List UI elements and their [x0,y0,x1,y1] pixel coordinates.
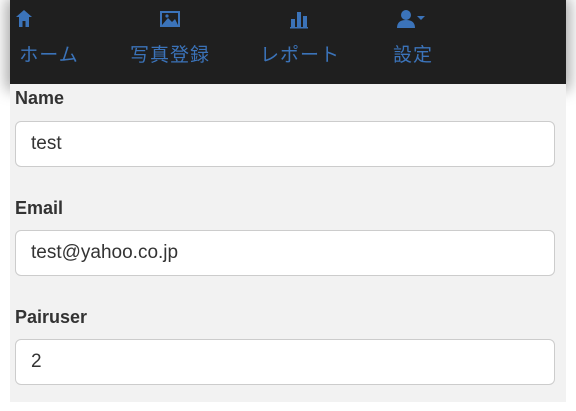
user-icon [397,10,425,28]
nav-item-report[interactable]: レポート [254,8,346,67]
nav-item-home[interactable]: ホーム [14,8,84,67]
email-label: Email [15,198,64,218]
name-label: Name [15,88,65,108]
nav-item-settings[interactable]: 設定 [386,8,440,67]
email-input[interactable] [15,230,555,276]
nav-item-photo-register[interactable]: 写真登録 [122,8,218,67]
bar-chart-icon [290,12,308,29]
home-icon [16,10,32,27]
nav-item-photo-register-label: 写真登録 [129,44,210,66]
nav-item-home-label: ホーム [19,44,79,66]
app-frame: ホーム 写真登録 レポート 設定 Name test Email test@ya… [0,0,576,411]
profile-form: Name Email Pairuser [10,84,566,402]
name-input[interactable] [15,121,555,167]
pairuser-label: Pairuser [15,307,88,327]
top-navbar: ホーム 写真登録 レポート 設定 [10,0,566,84]
picture-icon [160,11,180,27]
nav-item-settings-label: 設定 [392,44,433,66]
caret-down-icon [417,16,425,20]
nav-item-report-label: レポート [259,44,340,66]
pairuser-input[interactable] [15,339,555,385]
